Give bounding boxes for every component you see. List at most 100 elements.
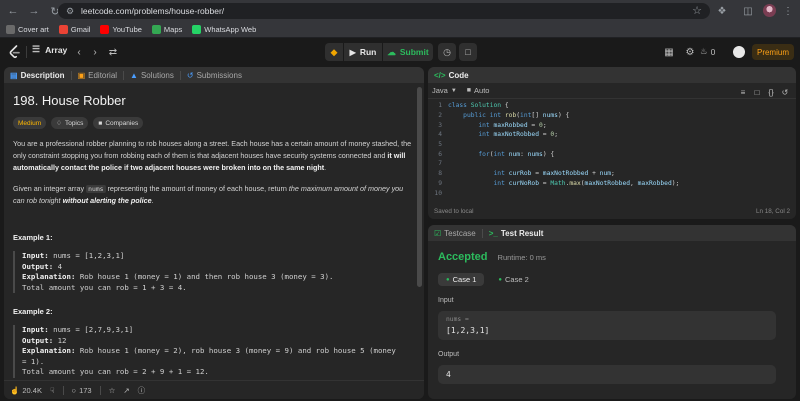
language-select[interactable]: Java ▼ — [432, 86, 457, 95]
debug-button[interactable]: ◆ — [325, 43, 343, 61]
bookmark-favicon-icon — [151, 25, 161, 34]
code-editor[interactable]: 1 class Solution {2 public int rob(int[] … — [428, 101, 796, 201]
code-line[interactable]: 1 class Solution { — [428, 101, 796, 111]
shuffle-icon[interactable]: ⇄ — [106, 45, 120, 59]
timer-icon[interactable]: ◷ — [438, 43, 456, 61]
problem-title[interactable]: 198. House Robber — [13, 93, 415, 108]
premium-button[interactable]: Premium — [752, 44, 794, 60]
input-label: Input — [438, 297, 454, 304]
prev-problem-icon[interactable]: ‹ — [72, 45, 86, 59]
next-problem-icon[interactable]: › — [88, 45, 102, 59]
code-token: int — [493, 179, 509, 187]
like-button[interactable]: ☝ 20.4K — [10, 386, 42, 395]
tab-solutions[interactable]: ▲ Solutions — [130, 71, 174, 80]
code-line[interactable]: 10 — [428, 188, 796, 198]
forward-icon[interactable]: → — [26, 3, 42, 19]
tab-editorial[interactable]: ▣ Editorial — [78, 71, 117, 80]
profile-avatar[interactable] — [763, 4, 776, 17]
chevron-down-icon: ▼ — [450, 87, 457, 94]
braces-icon[interactable]: {} — [766, 87, 776, 97]
line-number: 2 — [438, 112, 442, 120]
result-panel: ☑ Testcase >_ Test Result Accepted Runti… — [428, 225, 796, 399]
bookmark-item[interactable]: Gmail — [58, 25, 90, 34]
comments-button[interactable]: ○ 173 — [72, 386, 92, 395]
tab-test-result[interactable]: >_ Test Result — [489, 229, 544, 238]
user-avatar[interactable] — [733, 46, 745, 58]
book-icon: ▣ — [77, 70, 86, 80]
bookmark-favicon-icon — [58, 25, 68, 34]
settings-icon[interactable]: ⚙ — [683, 45, 697, 59]
code-line[interactable]: 4 int maxNotRobbed = 0; — [428, 130, 796, 140]
code-token: : — [520, 150, 528, 158]
problem-badges: Medium ♢ Topics ■ Companies — [13, 117, 415, 129]
code-line[interactable]: 2 public int rob(int[] nums) { — [428, 111, 796, 121]
play-icon: ▶ — [349, 47, 356, 57]
tab-testcase-label: Testcase — [444, 228, 476, 238]
bookmark-item[interactable]: Cover art — [6, 25, 49, 34]
case-2-tab[interactable]: ● Case 2 — [490, 273, 536, 286]
streak-count: 0 — [710, 46, 716, 57]
run-button[interactable]: ▶ Run — [344, 43, 382, 61]
site-info-icon[interactable]: ⚙ — [63, 4, 77, 18]
bookmark-item[interactable]: YouTube — [100, 25, 142, 34]
code-line[interactable]: 7 — [428, 159, 796, 169]
footer-divider — [99, 385, 101, 395]
tab-testcase[interactable]: ☑ Testcase — [434, 229, 476, 238]
task-text: Given an integer array — [13, 184, 87, 193]
bookmark-item[interactable]: WhatsApp Web — [192, 25, 256, 34]
run-submit-group: ◆ ▶ Run ☁ Submit — [325, 43, 433, 61]
dislike-button[interactable]: ☟ — [50, 386, 55, 395]
difficulty-badge: Medium — [13, 117, 47, 129]
side-panel-icon[interactable]: ◫ — [740, 3, 756, 19]
code-line[interactable]: 9 int curNoRob = Math.max(maxNotRobbed, … — [428, 179, 796, 189]
tab-code[interactable]: </> Code — [434, 71, 469, 80]
favorite-star-icon[interactable]: ☆ — [109, 386, 116, 395]
share-icon[interactable]: ↗ — [123, 386, 129, 395]
example-explanation-value: Rob house 1 (money = 2), rob house 3 (mo… — [22, 346, 396, 366]
tab-description[interactable]: ▤ Description — [10, 71, 65, 80]
submit-button[interactable]: ☁ Submit — [383, 43, 433, 61]
input-var-name: nums = — [446, 316, 469, 323]
code-token: ; — [611, 170, 615, 178]
autocomplete-toggle[interactable]: ■ Auto — [467, 86, 490, 95]
companies-badge[interactable]: ■ Companies — [93, 117, 144, 129]
code-line[interactable]: 3 int maxRobbed = 0; — [428, 120, 796, 130]
leetcode-logo-icon[interactable] — [8, 45, 22, 59]
line-number: 6 — [438, 150, 442, 158]
bookmarks-bar: Cover art Gmail YouTube Maps WhatsApp Web — [0, 22, 800, 38]
notes-icon[interactable]: □ — [459, 43, 477, 61]
format-icon[interactable]: ≡ — [738, 87, 748, 97]
bookmark-star-icon[interactable]: ☆ — [692, 4, 702, 17]
cursor-position: Ln 18, Col 2 — [756, 207, 790, 215]
reset-icon[interactable]: ↺ — [780, 87, 790, 97]
menu-icon[interactable]: ⋮ — [780, 3, 796, 19]
nav-divider — [26, 46, 27, 58]
code-line[interactable]: 8 int curRob = maxNotRobbed + num; — [428, 169, 796, 179]
address-bar[interactable]: ⚙ leetcode.com/problems/house-robber/ ☆ — [58, 3, 710, 19]
bookmark-icon[interactable]: □ — [752, 87, 762, 97]
task-bold-italic: without alerting the police — [62, 196, 152, 205]
topics-badge[interactable]: ♢ Topics — [51, 117, 89, 129]
code-token: = — [527, 121, 540, 129]
problem-list-button[interactable]: ☰ Array — [32, 44, 67, 55]
result-tabbar: ☑ Testcase >_ Test Result — [428, 225, 796, 241]
case-1-tab[interactable]: ● Case 1 — [438, 273, 485, 286]
statement-text: You are a professional robber planning t… — [13, 139, 412, 160]
code-line[interactable]: 6 for(int num: nums) { — [428, 149, 796, 159]
terminal-icon: >_ — [488, 228, 498, 238]
extensions-icon[interactable]: ❖ — [714, 3, 730, 19]
streak-counter[interactable]: ♨ 0 — [700, 46, 715, 57]
tab-submissions[interactable]: ↺ Submissions — [187, 71, 242, 80]
help-icon[interactable]: ⓘ — [138, 385, 146, 396]
bookmark-item[interactable]: Maps — [151, 25, 182, 34]
comment-count: 173 — [79, 385, 92, 395]
example-output-key: Output: — [22, 261, 54, 271]
layout-icon[interactable]: ▦ — [662, 45, 676, 59]
code-text: for(int num: nums) { — [448, 151, 554, 158]
description-scrollbar[interactable] — [417, 87, 422, 287]
tab-description-label: Description — [20, 70, 65, 80]
back-icon[interactable]: ← — [5, 3, 21, 19]
code-line[interactable]: 5 — [428, 140, 796, 150]
